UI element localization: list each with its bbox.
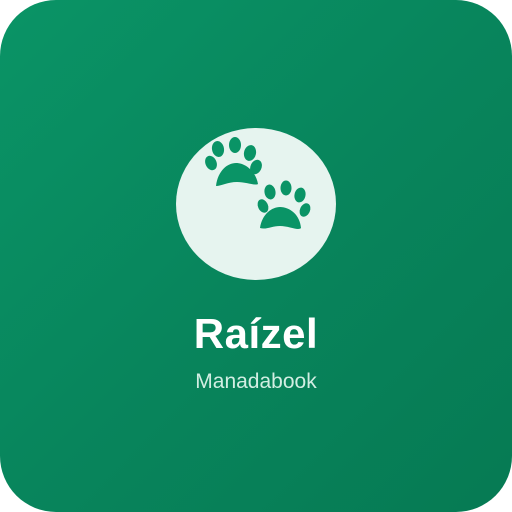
app-splash-card: Raízel Manadabook — [0, 0, 512, 512]
app-subtitle: Manadabook — [195, 370, 317, 393]
app-name: Raízel — [193, 310, 319, 357]
paw-prints-icon — [205, 137, 311, 229]
logo-circle — [176, 128, 336, 280]
